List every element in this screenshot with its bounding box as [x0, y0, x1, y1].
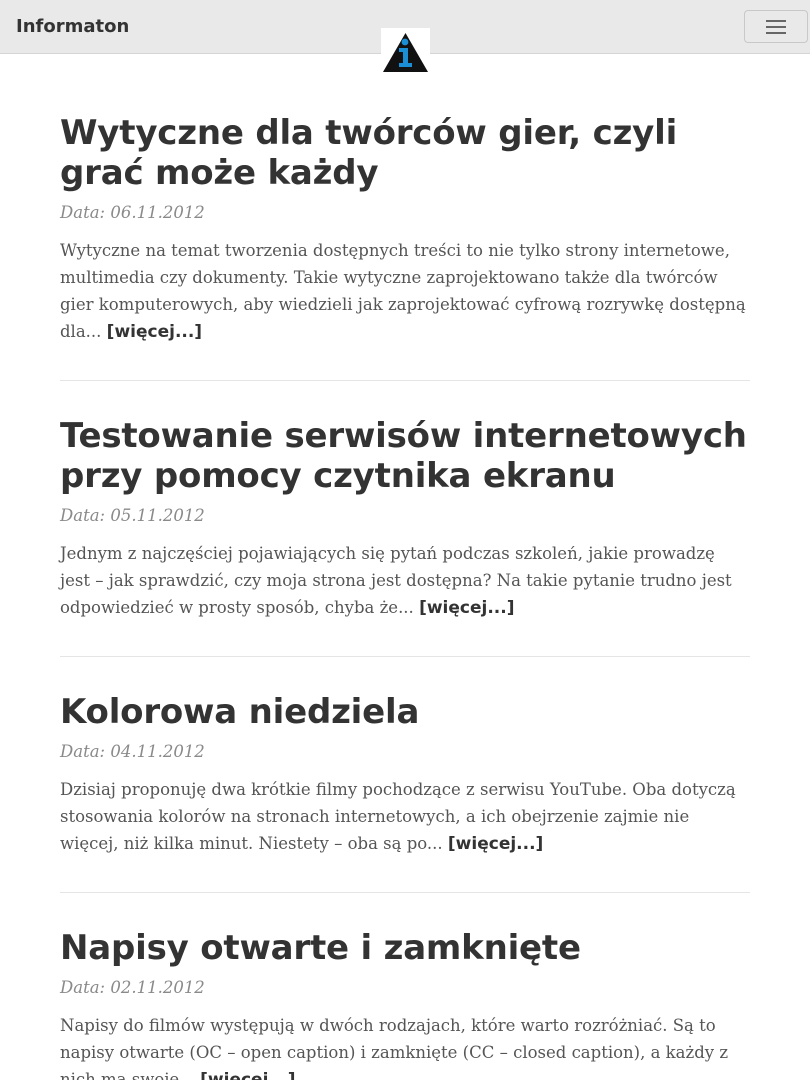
post-excerpt: Dzisiaj proponuję dwa krótkie filmy poch… — [60, 776, 750, 858]
post-item: Napisy otwarte i zamknięte Data: 02.11.2… — [60, 928, 750, 1080]
brand-link[interactable]: Informaton — [16, 15, 129, 39]
post-item: Testowanie serwisów internetowych przy p… — [60, 416, 750, 622]
post-date: Data: 04.11.2012 — [60, 742, 205, 761]
hamburger-icon — [766, 20, 786, 34]
read-more-link[interactable]: [więcej...] — [200, 1070, 295, 1080]
post-title-link[interactable]: Testowanie serwisów internetowych przy p… — [60, 416, 747, 496]
site-logo[interactable] — [381, 28, 430, 74]
post-excerpt-text: Jednym z najczęściej pojawiających się p… — [60, 544, 732, 617]
post-excerpt: Jednym z najczęściej pojawiających się p… — [60, 540, 750, 622]
info-triangle-logo-icon — [383, 33, 428, 72]
post-excerpt: Napisy do filmów występują w dwóch rodza… — [60, 1012, 750, 1080]
post-title: Kolorowa niedziela — [60, 692, 750, 732]
post-item: Wytyczne dla twórców gier, czyli grać mo… — [60, 113, 750, 346]
menu-toggle-button[interactable] — [744, 10, 808, 43]
post-date: Data: 02.11.2012 — [60, 978, 205, 997]
post-excerpt-text: Dzisiaj proponuję dwa krótkie filmy poch… — [60, 780, 736, 853]
post-list: Wytyczne dla twórców gier, czyli grać mo… — [60, 113, 750, 1080]
post-excerpt: Wytyczne na temat tworzenia dostępnych t… — [60, 237, 750, 346]
post-divider — [60, 892, 750, 893]
post-date: Data: 05.11.2012 — [60, 506, 205, 525]
post-title-link[interactable]: Kolorowa niedziela — [60, 692, 419, 732]
post-title-link[interactable]: Wytyczne dla twórców gier, czyli grać mo… — [60, 113, 677, 193]
read-more-link[interactable]: [więcej...] — [419, 598, 514, 618]
read-more-link[interactable]: [więcej...] — [107, 322, 202, 342]
post-title: Napisy otwarte i zamknięte — [60, 928, 750, 968]
post-title-link[interactable]: Napisy otwarte i zamknięte — [60, 928, 581, 968]
post-item: Kolorowa niedziela Data: 04.11.2012 Dzis… — [60, 692, 750, 858]
post-date: Data: 06.11.2012 — [60, 203, 205, 222]
post-title: Wytyczne dla twórców gier, czyli grać mo… — [60, 113, 750, 193]
read-more-link[interactable]: [więcej...] — [448, 834, 543, 854]
post-divider — [60, 380, 750, 381]
post-divider — [60, 656, 750, 657]
post-title: Testowanie serwisów internetowych przy p… — [60, 416, 750, 496]
post-excerpt-text: Napisy do filmów występują w dwóch rodza… — [60, 1016, 729, 1080]
